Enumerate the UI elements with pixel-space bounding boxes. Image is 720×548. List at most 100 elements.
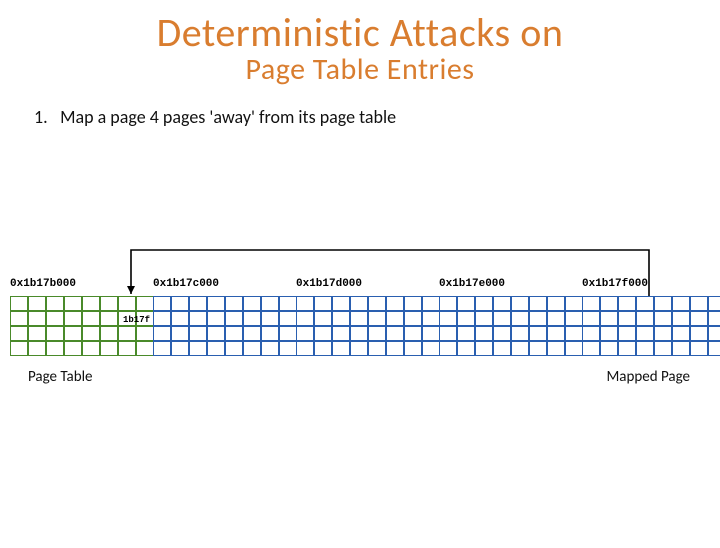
grid-cell — [279, 311, 297, 326]
grid-cell — [547, 311, 565, 326]
grid-cell — [332, 341, 350, 356]
grid-cell — [153, 326, 171, 341]
grid-cell — [46, 311, 64, 326]
grid-cell — [189, 311, 207, 326]
memory-page-block — [296, 296, 439, 356]
grid-cell — [439, 311, 457, 326]
grid-cell — [296, 341, 314, 356]
grid-cell — [243, 296, 261, 311]
grid-cell — [368, 341, 386, 356]
grid-cell — [207, 296, 225, 311]
grid-cell — [10, 296, 28, 311]
grid-cell — [422, 326, 440, 341]
grid-cell — [511, 311, 529, 326]
grid-cell — [350, 296, 368, 311]
grid-cell — [261, 326, 279, 341]
memory-page-block — [582, 296, 720, 356]
grid-cell — [422, 341, 440, 356]
grid-cell — [600, 341, 618, 356]
page-table-block: 1b17f — [10, 296, 153, 356]
grid-cell — [672, 296, 690, 311]
grid-cell — [618, 341, 636, 356]
grid-cell — [225, 311, 243, 326]
grid-cell — [314, 311, 332, 326]
grid-cell — [547, 296, 565, 311]
grid-cell — [28, 326, 46, 341]
grid-cell — [296, 311, 314, 326]
grid-cell — [10, 326, 28, 341]
slide-title-sub: Page Table Entries — [0, 51, 720, 88]
grid-cell — [82, 341, 100, 356]
grid-cell — [350, 311, 368, 326]
grid-cell — [136, 341, 154, 356]
grid-cell — [261, 311, 279, 326]
grid-cell — [386, 326, 404, 341]
grid-cell — [153, 311, 171, 326]
grid-cell — [10, 311, 28, 326]
grid-cell — [171, 341, 189, 356]
grid-cell — [422, 311, 440, 326]
grid-cell — [279, 341, 297, 356]
address-label: 0x1b17d000 — [296, 278, 362, 290]
grid-cell — [457, 341, 475, 356]
grid-cell — [314, 341, 332, 356]
grid-cell — [547, 326, 565, 341]
grid-cell — [261, 341, 279, 356]
grid-cell — [690, 341, 708, 356]
grid-cell — [672, 341, 690, 356]
grid-cell — [136, 326, 154, 341]
grid-cell — [10, 341, 28, 356]
step-number: 1. — [34, 106, 56, 128]
grid-cell — [404, 296, 422, 311]
address-label: 0x1b17f000 — [582, 278, 648, 290]
grid-cell — [100, 311, 118, 326]
grid-cell — [582, 311, 600, 326]
grid-cell — [82, 296, 100, 311]
grid-cell — [654, 326, 672, 341]
step-line: 1. Map a page 4 pages 'away' from its pa… — [34, 106, 720, 128]
grid-cell — [207, 311, 225, 326]
grid-cell — [529, 341, 547, 356]
grid-cell — [279, 296, 297, 311]
grid-cell — [225, 341, 243, 356]
page-table-entry-label: 1b17f — [123, 315, 150, 325]
grid-cell — [296, 296, 314, 311]
grid-cell — [457, 296, 475, 311]
grid-cell — [225, 326, 243, 341]
grid-cell — [386, 341, 404, 356]
grid-cell — [171, 296, 189, 311]
grid-cell — [368, 326, 386, 341]
page-table-caption: Page Table — [28, 368, 93, 386]
grid-cell — [439, 341, 457, 356]
grid-cell — [404, 326, 422, 341]
grid-cell — [708, 296, 720, 311]
grid-cell — [493, 296, 511, 311]
grid-cell — [529, 311, 547, 326]
grid-cell — [618, 326, 636, 341]
memory-grid: 1b17f — [10, 296, 720, 356]
address-label: 0x1b17b000 — [10, 278, 76, 290]
address-row: 0x1b17b000 0x1b17c000 0x1b17d000 0x1b17e… — [0, 278, 720, 294]
grid-cell — [547, 341, 565, 356]
grid-cell — [314, 296, 332, 311]
grid-cell — [82, 311, 100, 326]
grid-cell — [618, 311, 636, 326]
grid-cell — [511, 341, 529, 356]
grid-cell — [46, 296, 64, 311]
grid-cell — [368, 296, 386, 311]
grid-cell — [708, 341, 720, 356]
grid-cell — [511, 296, 529, 311]
grid-cell — [100, 341, 118, 356]
grid-cell — [386, 311, 404, 326]
grid-cell — [296, 326, 314, 341]
grid-cell — [582, 326, 600, 341]
grid-cell — [171, 326, 189, 341]
grid-cell — [100, 296, 118, 311]
grid-cell — [243, 311, 261, 326]
memory-page-block — [439, 296, 582, 356]
grid-cell — [225, 296, 243, 311]
grid-cell — [28, 341, 46, 356]
grid-cell — [582, 341, 600, 356]
grid-cell — [243, 326, 261, 341]
grid-cell — [332, 326, 350, 341]
